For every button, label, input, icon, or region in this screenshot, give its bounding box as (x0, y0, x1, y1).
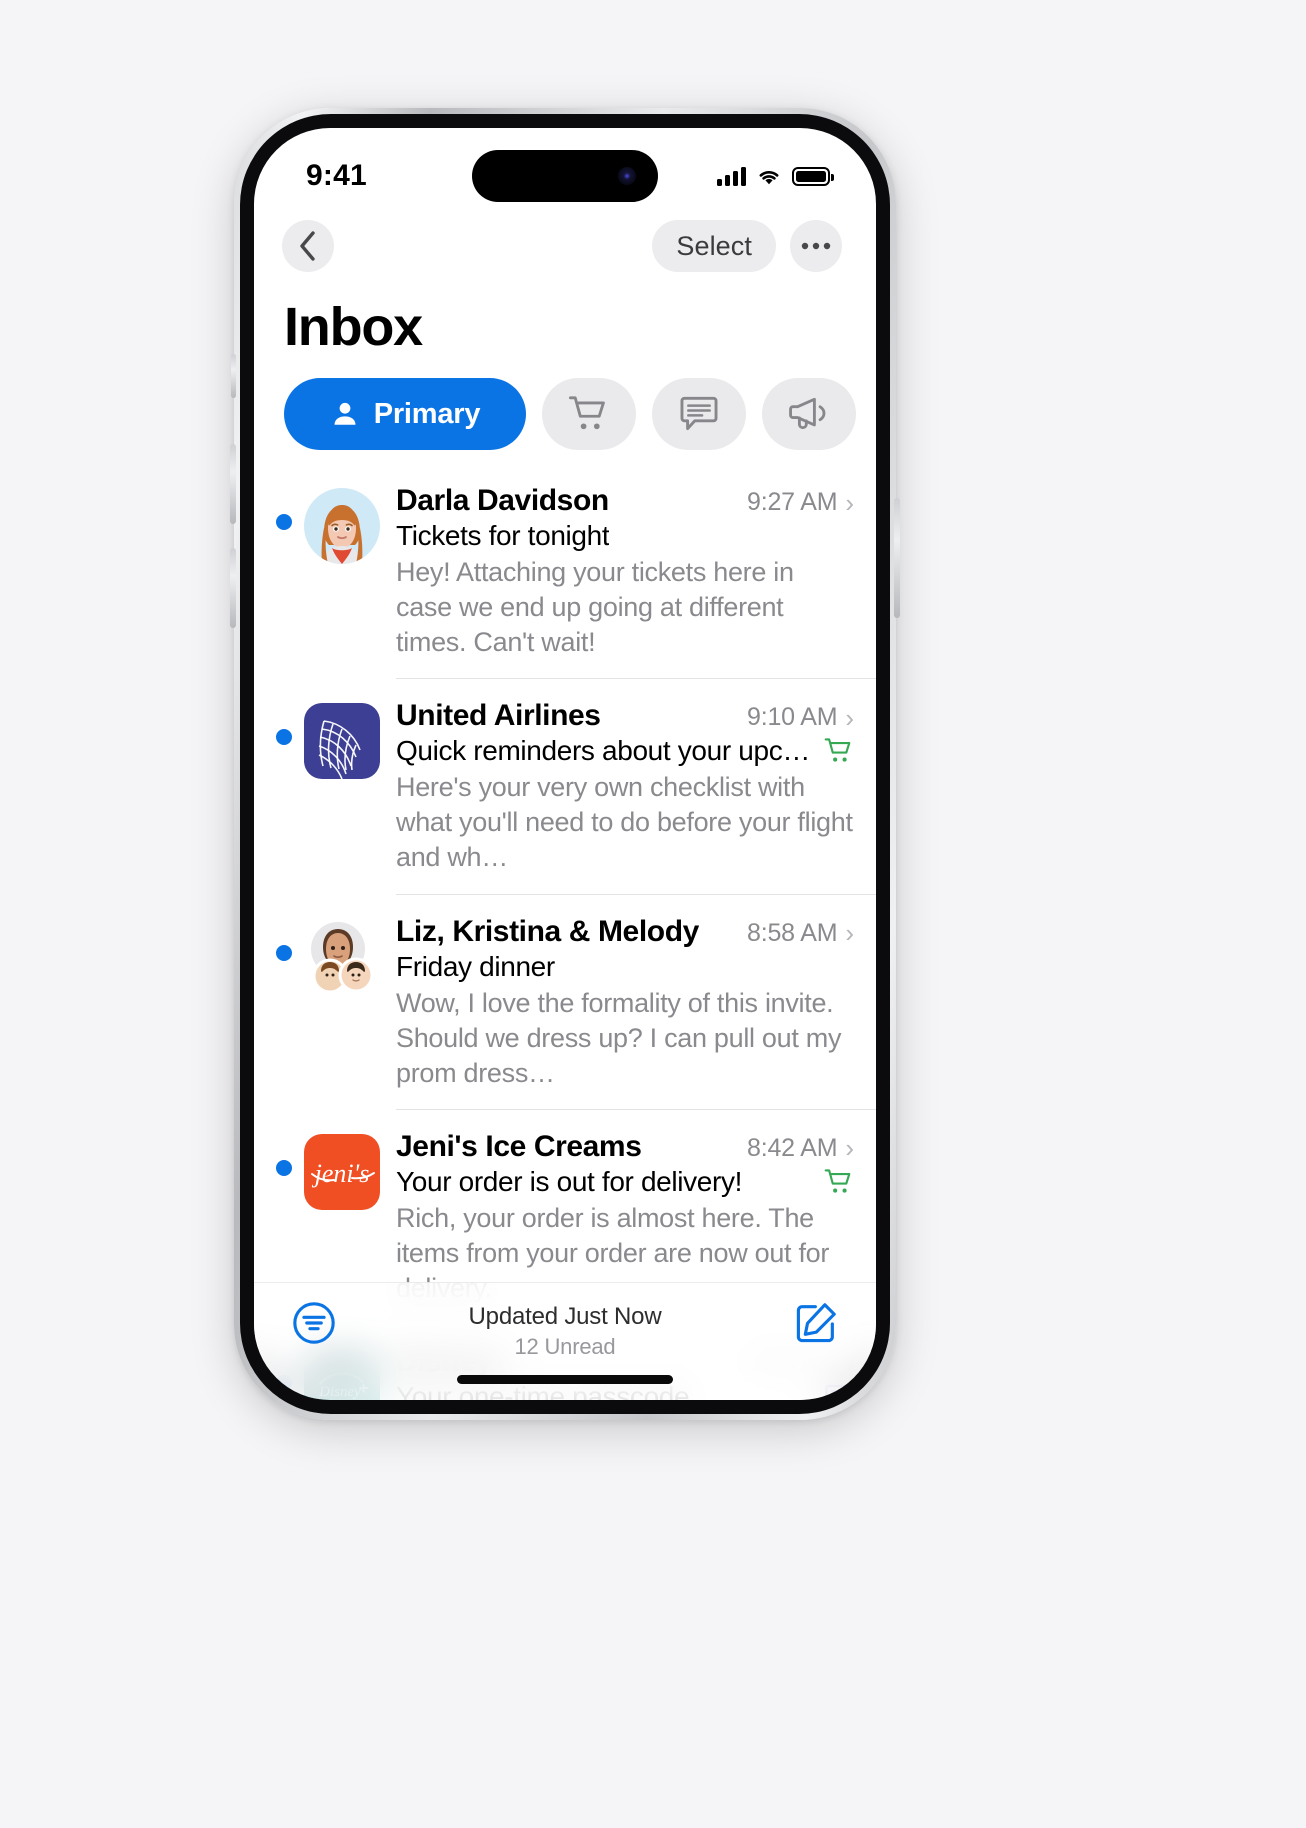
shopping-cart-badge-icon (824, 1169, 851, 1193)
avatar (304, 703, 380, 780)
chevron-right-icon: › (845, 918, 854, 949)
shopping-cart-icon (568, 396, 605, 430)
mail-row[interactable]: Darla Davidson 9:27 AM › Tickets for ton… (254, 464, 876, 680)
mail-subject: Your order is out for delivery! (396, 1165, 743, 1197)
filter-lines-icon (293, 1302, 335, 1344)
mail-badge (824, 1168, 854, 1196)
memoji-darla-icon (304, 488, 380, 564)
mail-subject: Friday dinner (396, 950, 555, 982)
mail-list: Darla Davidson 9:27 AM › Tickets for ton… (254, 464, 876, 1400)
wifi-icon (759, 171, 779, 185)
front-camera-icon (618, 167, 636, 185)
chevron-right-icon: › (845, 1133, 854, 1164)
avatar (304, 919, 380, 995)
filter-pill-promotions[interactable] (762, 378, 856, 450)
update-status-text: Updated Just Now (468, 1303, 662, 1330)
mail-time: 8:58 AM (747, 918, 838, 947)
iphone-device-frame: 9:41 Select Inbox Primary Darla Davidson… (230, 108, 900, 1420)
person-icon (334, 402, 356, 425)
mail-sender: Darla Davidson (396, 484, 609, 517)
mail-time: 9:10 AM (747, 703, 838, 732)
mail-sender: Jeni's Ice Creams (396, 1129, 642, 1163)
silent-switch[interactable] (231, 354, 236, 398)
volume-up-button[interactable] (230, 444, 236, 524)
mail-row[interactable]: United Airlines 9:10 AM › Quick reminder… (254, 679, 876, 895)
mail-preview: Here's your very own checklist with what… (396, 772, 853, 873)
toolbar-status: Updated Just Now 12 Unread (336, 1301, 794, 1360)
ellipsis-icon (801, 242, 831, 250)
unread-count-text: 12 Unread (514, 1334, 616, 1359)
select-button[interactable]: Select (652, 220, 776, 272)
memoji-group-icon (311, 921, 374, 994)
mail-sender: United Airlines (396, 699, 601, 733)
mail-time: 9:27 AM (747, 488, 838, 516)
unread-indicator (276, 944, 292, 961)
united-airlines-logo-icon (304, 703, 380, 780)
volume-down-button[interactable] (230, 548, 236, 628)
mail-preview: Hey! Attaching your tickets here in case… (396, 557, 794, 658)
mail-row-body: Darla Davidson 9:27 AM › Tickets for ton… (396, 464, 876, 680)
mail-subject: Quick reminders about your upcoming… (396, 735, 814, 767)
unread-indicator (276, 1159, 292, 1176)
filter-pills: Primary (254, 358, 876, 450)
status-bar: 9:41 (254, 128, 876, 210)
filter-pill-updates[interactable] (652, 378, 746, 450)
more-options-button[interactable] (790, 220, 842, 272)
mail-time: 8:42 AM (747, 1133, 838, 1162)
mail-badge (824, 737, 854, 765)
avatar (304, 488, 380, 564)
chevron-right-icon: › (845, 487, 854, 518)
home-indicator[interactable] (457, 1375, 673, 1384)
compose-button[interactable] (794, 1301, 838, 1350)
mail-row[interactable]: Liz, Kristina & Melody 8:58 AM › Friday … (254, 895, 876, 1110)
mail-subject: Tickets for tonight (396, 520, 610, 551)
page-title: Inbox (284, 297, 423, 357)
dynamic-island (472, 150, 658, 202)
status-bar-indicators (717, 166, 834, 186)
megaphone-icon (789, 397, 826, 430)
battery-icon (792, 166, 834, 186)
chevron-right-icon: › (845, 702, 854, 733)
unread-indicator (276, 729, 292, 746)
back-button[interactable] (282, 220, 334, 272)
filter-pill-primary-label: Primary (373, 397, 481, 430)
shopping-cart-badge-icon (824, 738, 851, 762)
jenis-ice-creams-logo-icon: jeni's (304, 1133, 380, 1210)
svg-text:jeni's: jeni's (312, 1159, 370, 1188)
phone-screen: 9:41 Select Inbox Primary Darla Davidson… (254, 128, 876, 1400)
status-bar-clock: 9:41 (306, 159, 367, 192)
navigation-bar: Select (254, 210, 876, 272)
screenshot-root: 9:41 Select Inbox Primary Darla Davidson… (0, 0, 1306, 1828)
filter-pill-transactions[interactable] (542, 378, 636, 450)
filter-button[interactable] (292, 1301, 336, 1350)
power-button[interactable] (894, 498, 900, 618)
compose-icon (796, 1303, 836, 1343)
unread-indicator (276, 514, 292, 530)
mail-row-body: Liz, Kristina & Melody 8:58 AM › Friday … (396, 895, 876, 1110)
mail-preview: Wow, I love the formality of this invite… (396, 987, 842, 1088)
chat-bubble-icon (680, 396, 718, 431)
filter-pill-primary[interactable]: Primary (284, 378, 526, 450)
avatar: jeni's (304, 1133, 380, 1210)
chevron-left-icon (300, 231, 315, 261)
mail-sender: Liz, Kristina & Melody (396, 914, 699, 948)
mail-row-body: United Airlines 9:10 AM › Quick reminder… (396, 679, 876, 895)
cellular-signal-icon (717, 166, 746, 186)
nav-actions: Select (652, 220, 842, 272)
